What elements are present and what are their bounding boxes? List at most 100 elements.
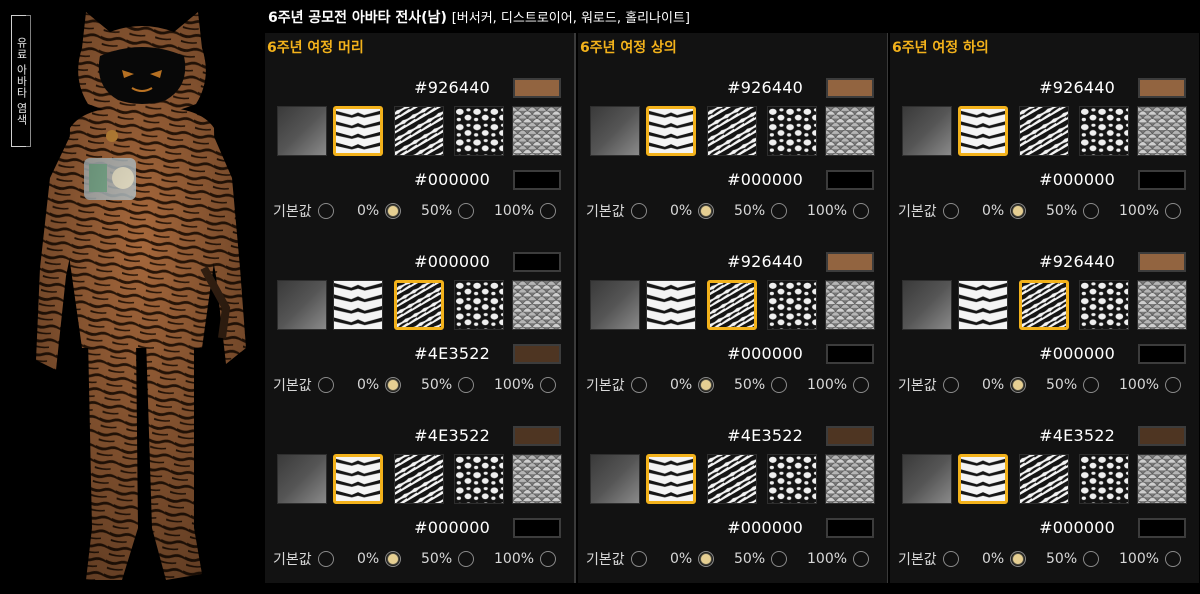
leopard-pattern-option[interactable]	[454, 454, 504, 504]
zebra-chevron-pattern-option[interactable]	[958, 106, 1008, 156]
intensity-option[interactable]: 100%	[807, 374, 870, 396]
zebra-diagonal-pattern-option[interactable]	[1019, 454, 1069, 504]
radio-button[interactable]	[1083, 203, 1100, 219]
intensity-option[interactable]: 기본값	[898, 200, 959, 222]
radio-button[interactable]	[698, 203, 715, 219]
radio-button[interactable]	[853, 377, 870, 393]
intensity-option[interactable]: 50%	[421, 374, 475, 396]
primary-color-swatch[interactable]	[826, 426, 874, 446]
radio-button[interactable]	[317, 203, 334, 219]
radio-button[interactable]	[771, 551, 788, 567]
gradient-pattern-option[interactable]	[902, 280, 952, 330]
scale-pattern-option[interactable]	[512, 106, 562, 156]
zebra-chevron-pattern-option[interactable]	[333, 280, 383, 330]
gradient-pattern-option[interactable]	[590, 106, 640, 156]
scale-pattern-option[interactable]	[1137, 106, 1187, 156]
intensity-option[interactable]: 100%	[1119, 548, 1182, 570]
primary-color-swatch[interactable]	[513, 252, 561, 272]
radio-button[interactable]	[458, 203, 475, 219]
zebra-diagonal-pattern-option[interactable]	[394, 280, 444, 330]
radio-button[interactable]	[385, 551, 402, 567]
primary-color-swatch[interactable]	[1138, 426, 1186, 446]
intensity-option[interactable]: 50%	[734, 548, 788, 570]
radio-button[interactable]	[1165, 551, 1182, 567]
gradient-pattern-option[interactable]	[590, 454, 640, 504]
radio-button[interactable]	[1010, 551, 1027, 567]
gradient-pattern-option[interactable]	[277, 280, 327, 330]
intensity-option[interactable]: 100%	[1119, 200, 1182, 222]
intensity-option[interactable]: 0%	[357, 374, 402, 396]
intensity-option[interactable]: 기본값	[273, 548, 334, 570]
gradient-pattern-option[interactable]	[902, 454, 952, 504]
zebra-diagonal-pattern-option[interactable]	[394, 106, 444, 156]
radio-button[interactable]	[630, 551, 647, 567]
radio-button[interactable]	[942, 377, 959, 393]
intensity-option[interactable]: 50%	[421, 200, 475, 222]
zebra-chevron-pattern-option[interactable]	[646, 106, 696, 156]
scale-pattern-option[interactable]	[825, 106, 875, 156]
radio-button[interactable]	[317, 551, 334, 567]
zebra-chevron-pattern-option[interactable]	[646, 454, 696, 504]
secondary-color-swatch[interactable]	[513, 344, 561, 364]
radio-button[interactable]	[540, 551, 557, 567]
intensity-option[interactable]: 0%	[357, 548, 402, 570]
radio-button[interactable]	[698, 551, 715, 567]
radio-button[interactable]	[630, 377, 647, 393]
intensity-option[interactable]: 0%	[670, 374, 715, 396]
primary-color-swatch[interactable]	[1138, 252, 1186, 272]
intensity-option[interactable]: 100%	[807, 548, 870, 570]
zebra-diagonal-pattern-option[interactable]	[1019, 280, 1069, 330]
zebra-diagonal-pattern-option[interactable]	[1019, 106, 1069, 156]
intensity-option[interactable]: 기본값	[586, 374, 647, 396]
radio-button[interactable]	[853, 203, 870, 219]
primary-color-swatch[interactable]	[826, 252, 874, 272]
primary-color-swatch[interactable]	[513, 78, 561, 98]
intensity-option[interactable]: 100%	[494, 548, 557, 570]
leopard-pattern-option[interactable]	[1079, 280, 1129, 330]
scale-pattern-option[interactable]	[825, 280, 875, 330]
intensity-option[interactable]: 기본값	[586, 548, 647, 570]
radio-button[interactable]	[698, 377, 715, 393]
intensity-option[interactable]: 100%	[494, 374, 557, 396]
leopard-pattern-option[interactable]	[1079, 454, 1129, 504]
zebra-diagonal-pattern-option[interactable]	[707, 280, 757, 330]
secondary-color-swatch[interactable]	[1138, 170, 1186, 190]
radio-button[interactable]	[771, 377, 788, 393]
gradient-pattern-option[interactable]	[277, 106, 327, 156]
intensity-option[interactable]: 0%	[357, 200, 402, 222]
zebra-diagonal-pattern-option[interactable]	[394, 454, 444, 504]
secondary-color-swatch[interactable]	[826, 170, 874, 190]
leopard-pattern-option[interactable]	[454, 106, 504, 156]
intensity-option[interactable]: 기본값	[273, 200, 334, 222]
intensity-option[interactable]: 0%	[670, 548, 715, 570]
gradient-pattern-option[interactable]	[590, 280, 640, 330]
scale-pattern-option[interactable]	[1137, 454, 1187, 504]
radio-button[interactable]	[317, 377, 334, 393]
radio-button[interactable]	[1165, 203, 1182, 219]
radio-button[interactable]	[1010, 203, 1027, 219]
intensity-option[interactable]: 0%	[670, 200, 715, 222]
intensity-option[interactable]: 0%	[982, 200, 1027, 222]
intensity-option[interactable]: 50%	[734, 374, 788, 396]
radio-button[interactable]	[771, 203, 788, 219]
radio-button[interactable]	[385, 203, 402, 219]
primary-color-swatch[interactable]	[513, 426, 561, 446]
intensity-option[interactable]: 기본값	[586, 200, 647, 222]
secondary-color-swatch[interactable]	[826, 518, 874, 538]
radio-button[interactable]	[458, 551, 475, 567]
leopard-pattern-option[interactable]	[1079, 106, 1129, 156]
intensity-option[interactable]: 기본값	[898, 374, 959, 396]
radio-button[interactable]	[1083, 377, 1100, 393]
primary-color-swatch[interactable]	[826, 78, 874, 98]
secondary-color-swatch[interactable]	[826, 344, 874, 364]
intensity-option[interactable]: 50%	[1046, 548, 1100, 570]
scale-pattern-option[interactable]	[512, 454, 562, 504]
gradient-pattern-option[interactable]	[277, 454, 327, 504]
radio-button[interactable]	[942, 551, 959, 567]
zebra-diagonal-pattern-option[interactable]	[707, 454, 757, 504]
leopard-pattern-option[interactable]	[454, 280, 504, 330]
zebra-chevron-pattern-option[interactable]	[958, 280, 1008, 330]
scale-pattern-option[interactable]	[512, 280, 562, 330]
intensity-option[interactable]: 0%	[982, 548, 1027, 570]
intensity-option[interactable]: 50%	[734, 200, 788, 222]
